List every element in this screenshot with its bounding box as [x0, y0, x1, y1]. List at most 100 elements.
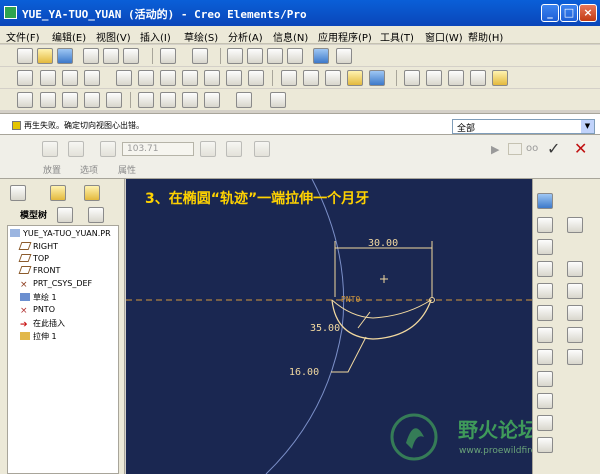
- trim-icon[interactable]: [567, 349, 583, 365]
- cut-icon[interactable]: [227, 48, 243, 64]
- solid-icon[interactable]: [42, 141, 58, 157]
- paste-icon[interactable]: [267, 48, 283, 64]
- centerline-icon[interactable]: [537, 217, 553, 233]
- verify-icon[interactable]: oo: [526, 143, 538, 154]
- redo-icon[interactable]: [192, 48, 208, 64]
- sketch-diagnostics-icon[interactable]: [236, 92, 252, 108]
- print-icon[interactable]: [83, 48, 99, 64]
- datum-point-tool-icon[interactable]: [567, 283, 583, 299]
- sketch-view-icon[interactable]: [138, 92, 154, 108]
- dim-inner-radius-label[interactable]: 16.00: [289, 367, 319, 378]
- pause-icon[interactable]: ▶: [491, 143, 499, 156]
- zoom-out-icon[interactable]: [138, 70, 154, 86]
- tree-settings-icon[interactable]: [57, 207, 73, 223]
- hidden-line-icon[interactable]: [303, 70, 319, 86]
- selection-filter-dropdown[interactable]: 全部 ▼: [452, 119, 595, 134]
- tree-node-csys[interactable]: × PRT_CSYS_DEF: [20, 279, 92, 291]
- vertex-display-icon[interactable]: [106, 92, 122, 108]
- offset-icon[interactable]: [537, 349, 553, 365]
- datum-plane-tool-icon[interactable]: [567, 217, 583, 233]
- enhanced-realism-icon[interactable]: [369, 70, 385, 86]
- spin-center-icon[interactable]: [40, 70, 56, 86]
- tab-properties[interactable]: 属性: [118, 163, 136, 176]
- flip-direction-icon[interactable]: [200, 141, 216, 157]
- orient-mode-icon[interactable]: [62, 70, 78, 86]
- shading-icon[interactable]: [84, 70, 100, 86]
- saved-views-icon[interactable]: [204, 70, 220, 86]
- preview-checkbox[interactable]: [508, 143, 522, 155]
- menu-edit[interactable]: 编辑(E): [52, 29, 86, 44]
- reorient-icon[interactable]: [182, 70, 198, 86]
- csys-tool-icon[interactable]: [567, 305, 583, 321]
- layers-icon[interactable]: [226, 70, 242, 86]
- chamfer-icon[interactable]: [537, 327, 553, 343]
- select-arrow-icon[interactable]: [537, 193, 553, 209]
- close-button[interactable]: ×: [579, 4, 597, 22]
- tree-node-insert-here[interactable]: ➔ 在此插入: [20, 318, 65, 330]
- paste-special-icon[interactable]: [287, 48, 303, 64]
- thicken-icon[interactable]: [254, 141, 270, 157]
- menu-view[interactable]: 视图(V): [96, 29, 131, 44]
- ok-icon[interactable]: ✓: [547, 139, 567, 159]
- view-manager-icon[interactable]: [248, 70, 264, 86]
- dimension-display-icon[interactable]: [40, 92, 56, 108]
- sketcher-display-icon[interactable]: [17, 92, 33, 108]
- tree-node-point[interactable]: × PNTO: [20, 305, 55, 317]
- selection-filter-icon[interactable]: [336, 48, 352, 64]
- menu-info[interactable]: 信息(N): [273, 29, 308, 44]
- point-tool-icon[interactable]: [537, 371, 553, 387]
- surface-icon[interactable]: [68, 141, 84, 157]
- undo-icon[interactable]: [160, 48, 176, 64]
- tree-node-sketch[interactable]: 草绘 1: [20, 292, 57, 304]
- tab-placement[interactable]: 放置: [43, 163, 61, 176]
- minimize-button[interactable]: _: [541, 4, 559, 22]
- depth-option-icon[interactable]: [100, 141, 116, 157]
- favorites-tab-icon[interactable]: [84, 185, 100, 201]
- maximize-button[interactable]: □: [560, 4, 578, 22]
- context-help-icon[interactable]: [270, 92, 286, 108]
- circle-icon[interactable]: [537, 261, 553, 277]
- rectangle-icon[interactable]: [537, 239, 553, 255]
- shade-closed-loops-icon[interactable]: [160, 92, 176, 108]
- menu-insert[interactable]: 插入(I): [140, 29, 171, 44]
- zoom-in-icon[interactable]: [116, 70, 132, 86]
- email-link-icon[interactable]: [123, 48, 139, 64]
- send-mail-icon[interactable]: [103, 48, 119, 64]
- cancel-icon[interactable]: ✕: [574, 139, 594, 159]
- dim-outer-radius-label[interactable]: 35.00: [310, 323, 340, 334]
- csys-display-icon[interactable]: [470, 70, 486, 86]
- spline-icon[interactable]: [567, 261, 583, 277]
- menu-tools[interactable]: 工具(T): [380, 29, 414, 44]
- open-file-icon[interactable]: [37, 48, 53, 64]
- folder-browser-tab-icon[interactable]: [50, 185, 66, 201]
- datum-planes-icon[interactable]: [404, 70, 420, 86]
- new-file-icon[interactable]: [17, 48, 33, 64]
- text-tool-icon[interactable]: [537, 393, 553, 409]
- overlapping-geometry-icon[interactable]: [182, 92, 198, 108]
- tree-node-right[interactable]: RIGHT: [18, 242, 58, 254]
- refit-icon[interactable]: [160, 70, 176, 86]
- tree-node-front[interactable]: FRONT: [18, 266, 60, 278]
- tree-node-part[interactable]: YUE_YA-TUO_YUAN.PR: [10, 229, 111, 241]
- chevron-down-icon[interactable]: ▼: [581, 120, 594, 133]
- menu-file[interactable]: 文件(F): [6, 29, 40, 44]
- copy-icon[interactable]: [247, 48, 263, 64]
- dim-width-label[interactable]: 30.00: [368, 238, 398, 249]
- model-tree-tab-icon[interactable]: [10, 185, 26, 201]
- tree-node-extrude[interactable]: 拉伸 1: [20, 331, 57, 343]
- dimension-tool-icon[interactable]: [537, 437, 553, 453]
- datum-points-icon[interactable]: [448, 70, 464, 86]
- save-icon[interactable]: [57, 48, 73, 64]
- grid-display-icon[interactable]: [84, 92, 100, 108]
- palette-icon[interactable]: [537, 415, 553, 431]
- mirror-icon[interactable]: [567, 327, 583, 343]
- wireframe-icon[interactable]: [281, 70, 297, 86]
- constraint-display-icon[interactable]: [62, 92, 78, 108]
- fillet-icon[interactable]: [537, 305, 553, 321]
- tree-node-top[interactable]: TOP: [18, 254, 49, 266]
- regenerate-icon[interactable]: [313, 48, 329, 64]
- annotation-display-icon[interactable]: [492, 70, 508, 86]
- depth-input[interactable]: 103.71: [122, 142, 194, 156]
- shaded-icon[interactable]: [347, 70, 363, 86]
- menu-sketch[interactable]: 草绘(S): [184, 29, 218, 44]
